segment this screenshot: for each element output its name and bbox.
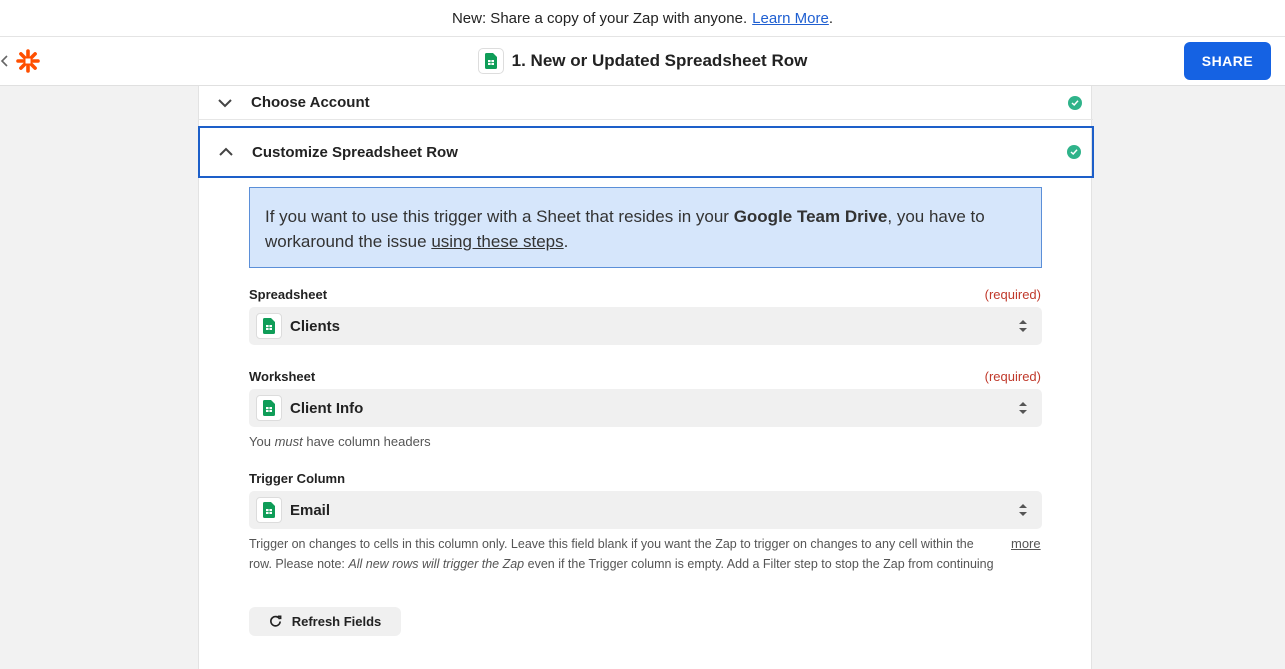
chevron-down-icon xyxy=(217,95,233,111)
spreadsheet-value: Clients xyxy=(290,317,341,335)
help-text: have column headers xyxy=(302,434,431,449)
step-title: 1. New or Updated Spreadsheet Row xyxy=(511,51,808,70)
trigger-column-help: Trigger on changes to cells in this colu… xyxy=(249,534,997,574)
chevron-up-icon xyxy=(218,144,234,160)
section-title: Choose Account xyxy=(251,94,370,111)
required-indicator: (required) xyxy=(984,287,1041,302)
worksheet-help: You must have column headers xyxy=(249,432,431,452)
using-these-steps-link[interactable]: using these steps xyxy=(431,232,563,251)
help-text: even if the Trigger column is empty. Add… xyxy=(524,557,994,571)
section-title: Customize Spreadsheet Row xyxy=(252,143,458,161)
share-button[interactable]: SHARE xyxy=(1184,42,1271,80)
team-drive-info-box: If you want to use this trigger with a S… xyxy=(249,187,1042,268)
trigger-column-value: Email xyxy=(290,501,331,519)
more-link[interactable]: more xyxy=(1011,534,1041,554)
trigger-column-label: Trigger Column xyxy=(249,471,346,486)
help-text: You xyxy=(249,434,275,449)
google-sheets-icon xyxy=(477,48,504,74)
refresh-fields-button[interactable]: Refresh Fields xyxy=(249,607,401,636)
required-indicator: (required) xyxy=(984,369,1041,384)
select-arrows-icon xyxy=(1018,318,1028,334)
section-customize-spreadsheet-row[interactable]: Customize Spreadsheet Row xyxy=(198,126,1094,178)
help-emphasis: All new rows will trigger the Zap xyxy=(348,557,525,571)
worksheet-select[interactable]: Client Info xyxy=(249,389,1042,427)
check-complete-icon xyxy=(1068,95,1082,110)
info-text: If you want to use this trigger with a S… xyxy=(265,207,734,226)
step-panel: Choose Account Customize Spreadsheet Row… xyxy=(198,86,1094,669)
help-emphasis: must xyxy=(274,434,303,449)
refresh-icon xyxy=(269,615,282,627)
section-choose-account[interactable]: Choose Account xyxy=(199,86,1093,120)
info-text: . xyxy=(563,232,569,251)
worksheet-label: Worksheet xyxy=(249,369,316,384)
info-bold: Google Team Drive xyxy=(733,207,888,226)
worksheet-value: Client Info xyxy=(290,399,364,417)
editor-header: 1. New or Updated Spreadsheet Row SHARE xyxy=(0,37,1285,86)
learn-more-link[interactable]: Learn More xyxy=(752,10,829,27)
banner-period: . xyxy=(828,9,834,27)
spreadsheet-select[interactable]: Clients xyxy=(249,307,1042,345)
spreadsheet-label: Spreadsheet xyxy=(249,287,328,302)
help-line-2: row. Please note: All new rows will trig… xyxy=(249,554,997,574)
google-sheets-icon xyxy=(256,313,282,339)
google-sheets-icon xyxy=(256,497,282,523)
google-sheets-icon xyxy=(256,395,282,421)
step-title-wrap: 1. New or Updated Spreadsheet Row xyxy=(0,37,1285,85)
help-text: row. Please note: xyxy=(249,557,349,571)
select-arrows-icon xyxy=(1018,502,1028,518)
check-complete-icon xyxy=(1067,145,1081,159)
banner-text: New: Share a copy of your Zap with anyon… xyxy=(451,9,748,27)
select-arrows-icon xyxy=(1018,400,1028,416)
announcement-banner: New: Share a copy of your Zap with anyon… xyxy=(0,0,1285,37)
trigger-column-select[interactable]: Email xyxy=(249,491,1042,529)
help-line-1: Trigger on changes to cells in this colu… xyxy=(249,537,974,551)
refresh-label: Refresh Fields xyxy=(291,614,382,629)
